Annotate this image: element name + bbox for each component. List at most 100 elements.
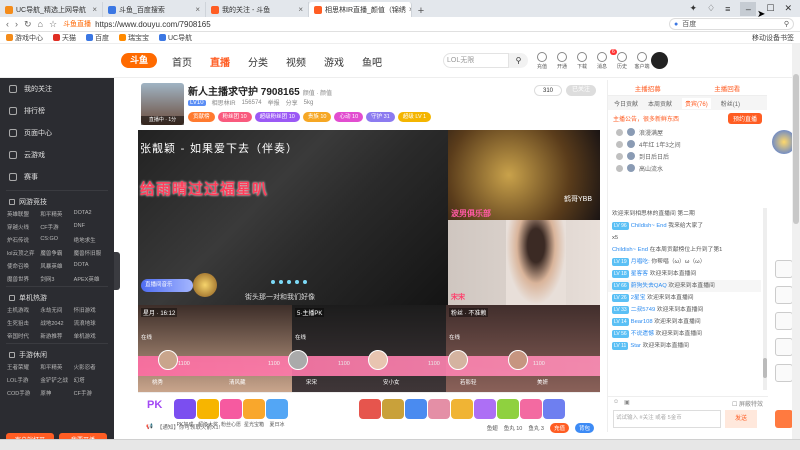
tool-icon[interactable] — [775, 312, 793, 330]
open-button[interactable]: 开通 — [554, 52, 570, 70]
rank-row[interactable]: 高山流水 — [608, 162, 767, 174]
rank-row[interactable]: 浪漫满屋 — [608, 126, 767, 138]
room-badge[interactable]: 守护 31 — [366, 112, 395, 122]
tab-fans[interactable]: 粉丝(1) — [721, 99, 740, 108]
gift-item[interactable] — [382, 399, 404, 419]
tool-icon[interactable] — [775, 364, 793, 382]
nav-fishbar[interactable]: 鱼吧 — [362, 54, 382, 69]
close-icon[interactable]: × — [92, 5, 97, 14]
recharge-button[interactable]: 充值 — [549, 423, 569, 433]
bag-button[interactable]: 背包 — [574, 423, 594, 433]
send-button[interactable]: 发送 — [725, 410, 757, 428]
game-link[interactable]: 生死狙击 — [7, 319, 40, 327]
gift-item[interactable]: 星光宝箱 — [243, 399, 265, 428]
chat-username[interactable]: Childish~ End — [612, 247, 648, 253]
douyu-logo[interactable]: 斗鱼 — [121, 53, 157, 68]
pk-avatar[interactable] — [158, 350, 178, 370]
game-link[interactable]: 和平精英 — [40, 210, 73, 218]
chat-scrollbar[interactable] — [763, 208, 767, 390]
game-link[interactable]: 英雄联盟 — [7, 210, 40, 218]
room-badge[interactable]: 贡献榜 — [188, 112, 215, 122]
emoji-icon[interactable]: ☺ — [613, 399, 619, 408]
scroll-thumb[interactable] — [793, 74, 799, 224]
message-button[interactable]: 6 消息 — [594, 49, 617, 70]
nav-game[interactable]: 游戏 — [324, 54, 344, 69]
page-scrollbar[interactable] — [792, 44, 800, 439]
sidebar-item-events[interactable]: 赛事 — [0, 166, 114, 188]
pk-avatar[interactable] — [288, 350, 308, 370]
client-button[interactable]: 客户端 — [634, 52, 650, 70]
new-tab-button[interactable]: + — [412, 5, 430, 17]
nav-live[interactable]: 直播 — [210, 54, 230, 69]
gift-item[interactable] — [451, 399, 473, 419]
tool-icon[interactable] — [775, 286, 793, 304]
sidebar-item-center[interactable]: 页面中心 — [0, 122, 114, 144]
close-icon[interactable]: × — [195, 5, 200, 14]
pk-avatar[interactable] — [368, 350, 388, 370]
maximize-button[interactable]: ☐ — [766, 3, 774, 14]
game-link[interactable]: 新游推荐 — [40, 332, 73, 340]
bookmark-item[interactable]: 瑞宝宝 — [119, 33, 149, 43]
reserve-button[interactable]: 预约直播 — [727, 112, 762, 124]
sidebar-item-cloudgame[interactable]: 云游戏 — [0, 144, 114, 166]
game-link[interactable]: DNF — [74, 223, 107, 231]
gift-item[interactable] — [543, 399, 565, 419]
chat-username[interactable]: 月唱吃: — [631, 259, 650, 265]
game-link[interactable]: 炉石传说 — [7, 236, 40, 244]
recharge-button[interactable]: 充值 — [534, 52, 550, 70]
gift-icon[interactable] — [775, 410, 793, 428]
game-link[interactable]: CF手游 — [74, 389, 107, 397]
game-link[interactable]: 幻塔 — [74, 376, 107, 384]
pk-logo[interactable]: PK — [147, 399, 162, 411]
gift-item[interactable]: 夏日冰 — [266, 399, 288, 428]
game-link[interactable]: 魔兽怀旧服 — [74, 249, 107, 257]
game-link[interactable]: 流浪地球 — [74, 319, 107, 327]
pin-icon[interactable]: ✦ — [689, 3, 697, 14]
game-link[interactable]: DOTA2 — [74, 210, 107, 218]
shield-icon[interactable]: ♢ — [707, 3, 715, 14]
chat-username[interactable]: Bear108 — [631, 319, 653, 325]
close-icon[interactable]: × — [298, 5, 303, 14]
chat-username[interactable]: 不说遗憾 — [631, 331, 654, 337]
download-button[interactable]: 下载 — [574, 52, 590, 70]
tab-week[interactable]: 本周贡献 — [648, 99, 672, 108]
game-link[interactable]: COD手游 — [7, 389, 40, 397]
game-link[interactable]: 魔兽争霸 — [40, 249, 73, 257]
chat-username[interactable]: Childish~ End — [631, 223, 667, 229]
room-badge[interactable]: 贵族 10 — [302, 112, 332, 122]
replay-link[interactable]: 主播回看 — [714, 83, 740, 93]
block-effects-checkbox[interactable]: ☐ 屏蔽特效 — [732, 399, 763, 408]
url-field[interactable]: 斗鱼直播 https://www.douyu.com/7908165 — [63, 18, 603, 30]
gift-item[interactable] — [428, 399, 450, 419]
game-link[interactable]: CS:GO — [40, 236, 73, 244]
chat-username[interactable]: 星客客 — [631, 271, 648, 277]
game-link[interactable]: 王者荣耀 — [7, 363, 40, 371]
browser-tab[interactable]: 我的关注 - 斗鱼 × — [206, 2, 309, 17]
chat-username[interactable]: 蔚狗失去QAQ — [631, 283, 667, 289]
gift-item[interactable]: PK加成 — [174, 399, 196, 428]
sidebar-item-follow[interactable]: 我的关注 — [0, 78, 114, 100]
nav-home[interactable]: 首页 — [172, 54, 192, 69]
chat-username[interactable]: 二叔5749 — [631, 307, 656, 313]
game-link[interactable]: APEX英雄 — [74, 275, 107, 283]
game-link[interactable]: 和平精英 — [40, 363, 73, 371]
bookmark-item[interactable]: 百度 — [86, 33, 109, 43]
recruit-link[interactable]: 主播招募 — [635, 83, 661, 93]
game-link[interactable]: 主机游戏 — [7, 306, 40, 314]
fan-card-icon[interactable]: ▣ — [624, 399, 630, 408]
game-link[interactable]: 穿越火线 — [7, 223, 40, 231]
sidebar-item-ranking[interactable]: 排行榜 — [0, 100, 114, 122]
sidebar-collapse-handle[interactable] — [114, 252, 120, 290]
browser-tab[interactable]: UC导航_精选上网导航 × — [0, 2, 103, 17]
game-link[interactable]: 绝地求生 — [74, 236, 107, 244]
anchor-name[interactable]: 相思林IR — [212, 98, 236, 107]
pk-avatar[interactable] — [508, 350, 528, 370]
nav-category[interactable]: 分类 — [248, 54, 268, 69]
game-link[interactable]: LOL手游 — [7, 376, 40, 384]
game-link[interactable]: 单机游戏 — [74, 332, 107, 340]
gift-item[interactable] — [520, 399, 542, 419]
video-player[interactable]: 张靓颖 - 如果爱下去（伴奏） 给雨晴过过福星叭 直播间音乐 街头那一对和我们好… — [138, 130, 600, 392]
game-link[interactable]: 原神 — [40, 389, 73, 397]
game-link[interactable]: 魔兽世界 — [7, 275, 40, 283]
minimize-button[interactable]: – — [740, 1, 757, 16]
